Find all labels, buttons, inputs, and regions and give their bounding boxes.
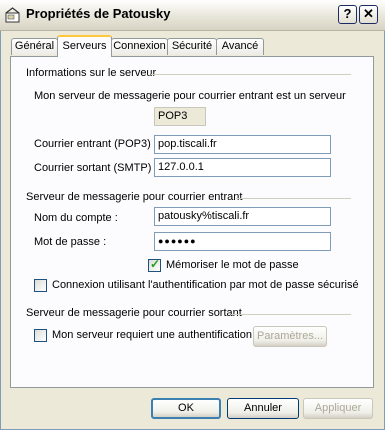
section-divider — [151, 74, 351, 75]
password-input[interactable]: ●●●●●● — [154, 232, 331, 251]
tab-general[interactable]: Général — [11, 38, 58, 55]
password-label: Mot de passe : — [34, 236, 107, 248]
account-name-input[interactable]: patousky%tiscali.fr — [154, 207, 331, 226]
settings-button[interactable]: Paramètres... — [253, 326, 327, 347]
close-button[interactable]: ✕ — [359, 5, 378, 24]
incoming-mail-section-title: Serveur de messagerie pour courrier entr… — [26, 191, 243, 203]
window-title: Propriétés de Patousky — [26, 6, 171, 21]
incoming-server-type-value: POP3 — [154, 107, 206, 126]
account-icon — [4, 6, 22, 24]
tab-servers[interactable]: Serveurs — [57, 35, 112, 57]
incoming-server-type-label: Mon serveur de messagerie pour courrier … — [34, 90, 346, 102]
apply-button[interactable]: Appliquer — [303, 398, 373, 419]
title-bar[interactable]: Propriétés de Patousky ? ✕ — [0, 0, 385, 31]
outgoing-auth-label: Mon serveur requiert une authentificatio… — [52, 329, 252, 341]
checkmark-icon: ✓ — [150, 257, 161, 271]
outgoing-mail-section-title: Serveur de messagerie pour courrier sort… — [26, 307, 242, 319]
help-button[interactable]: ? — [338, 5, 357, 24]
tab-advanced[interactable]: Avancé — [216, 38, 264, 55]
tab-security[interactable]: Sécurité — [167, 38, 217, 55]
cancel-button[interactable]: Annuler — [227, 398, 299, 419]
remember-password-label: Mémoriser le mot de passe — [166, 259, 299, 271]
outgoing-server-label: Courrier sortant (SMTP) : — [34, 162, 158, 174]
outgoing-server-input[interactable]: 127.0.0.1 — [154, 158, 331, 177]
incoming-server-input[interactable]: pop.tiscali.fr — [154, 135, 331, 154]
secure-password-auth-label: Connexion utilisant l'authentification p… — [52, 279, 359, 291]
server-info-section-title: Informations sur le serveur — [26, 67, 157, 79]
tab-connection[interactable]: Connexion — [111, 38, 168, 55]
incoming-server-label: Courrier entrant (POP3) : — [34, 138, 157, 150]
ok-button[interactable]: OK — [151, 398, 221, 419]
remember-password-checkbox[interactable]: ✓ — [148, 257, 161, 272]
account-name-label: Nom du compte : — [34, 212, 118, 224]
secure-password-auth-checkbox[interactable] — [34, 279, 47, 292]
outgoing-auth-checkbox[interactable] — [34, 329, 47, 342]
section-divider — [231, 314, 351, 315]
section-divider — [236, 198, 351, 199]
